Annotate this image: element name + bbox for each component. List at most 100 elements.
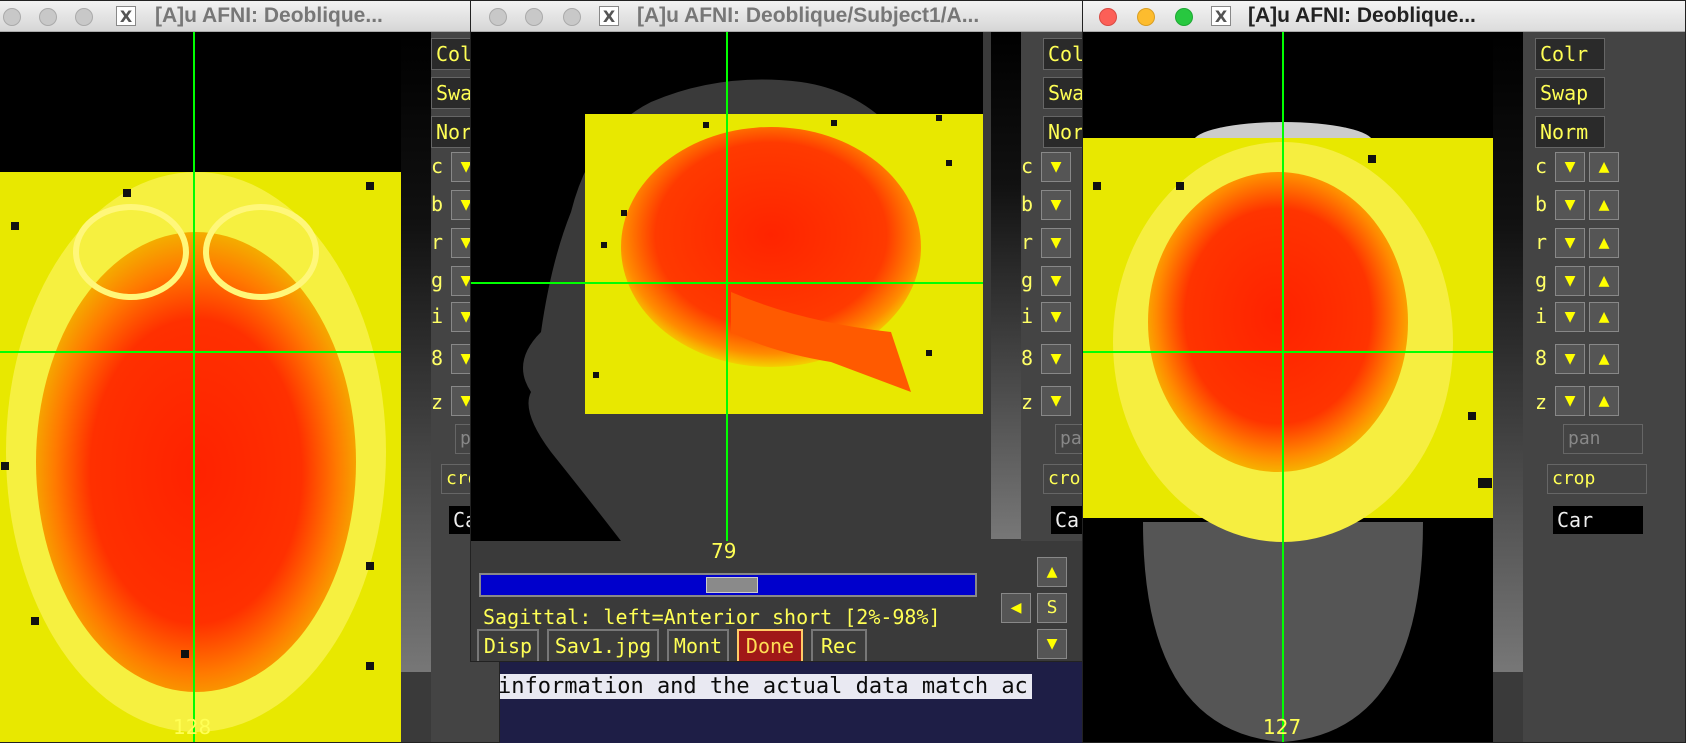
norm-button[interactable]: Norm	[1043, 116, 1082, 148]
sagittal-window[interactable]: X [A]u AFNI: Deoblique/Subject1/A... Co …	[470, 0, 1082, 662]
axial-intensity-bar[interactable]	[401, 32, 431, 672]
8-down-arrow-icon[interactable]: ▼	[1555, 344, 1585, 374]
save-button[interactable]: Sav1.jpg	[547, 629, 659, 661]
pan-button[interactable]: pan	[1055, 424, 1082, 454]
colr-button[interactable]: Colr	[1043, 38, 1082, 70]
sagittal-titlebar[interactable]: X [A]u AFNI: Deoblique/Subject1/A...	[471, 1, 1082, 32]
x11-icon: X	[1211, 6, 1231, 26]
coronal-brain-svg	[1083, 122, 1493, 742]
disp-button[interactable]: Disp	[477, 629, 539, 661]
close-dot[interactable]	[1099, 8, 1117, 26]
coronal-crosshair-vertical	[1282, 32, 1284, 742]
b-down-arrow-icon[interactable]: ▼	[1041, 190, 1071, 220]
pan-button[interactable]: pan	[1563, 424, 1643, 454]
coronal-window[interactable]: X [A]u AFNI: Deoblique... 127 Colr Swap …	[1082, 0, 1686, 743]
i-down-arrow-icon[interactable]: ▼	[1041, 302, 1071, 332]
zoom-dot[interactable]	[563, 8, 581, 26]
row-8-label: 8	[431, 346, 444, 370]
axial-window[interactable]: X [A]u AFNI: Deoblique... 128 Colr Swap …	[0, 0, 500, 743]
coronal-titlebar[interactable]: X [A]u AFNI: Deoblique...	[1083, 1, 1685, 32]
row-b-label: b	[1535, 192, 1548, 216]
z-down-arrow-icon[interactable]: ▼	[1041, 386, 1071, 416]
mont-button[interactable]: Mont	[667, 629, 729, 661]
row-i-label: i	[1021, 304, 1034, 328]
axial-titlebar[interactable]: X [A]u AFNI: Deoblique...	[0, 1, 499, 32]
8-down-arrow-icon[interactable]: ▼	[1041, 344, 1071, 374]
axial-slice-number: 128	[173, 715, 212, 739]
b-up-arrow-icon[interactable]: ▲	[1589, 190, 1619, 220]
row-b-label: b	[1021, 192, 1034, 216]
zoom-dot[interactable]	[75, 8, 93, 26]
minimize-dot[interactable]	[1137, 8, 1155, 26]
row-r-label: r	[1021, 230, 1034, 254]
swap-button[interactable]: Swap	[1535, 77, 1605, 109]
colr-button[interactable]: Colr	[1535, 38, 1605, 70]
zoom-dot[interactable]	[1175, 8, 1193, 26]
close-dot[interactable]	[3, 8, 21, 26]
down-arrow-icon[interactable]: ▼	[1037, 629, 1067, 659]
sagittal-title: [A]u AFNI: Deoblique/Subject1/A...	[637, 4, 980, 27]
sagittal-image[interactable]	[471, 32, 983, 541]
s-button[interactable]: S	[1037, 593, 1067, 623]
sagittal-slider-track[interactable]	[479, 573, 977, 597]
terminal-line: information and the actual data match ac	[494, 674, 1032, 699]
g-down-arrow-icon[interactable]: ▼	[1041, 266, 1071, 296]
x11-icon: X	[116, 6, 136, 26]
r-down-arrow-icon[interactable]: ▼	[1041, 228, 1071, 258]
8-up-arrow-icon[interactable]: ▲	[1589, 344, 1619, 374]
coronal-title: [A]u AFNI: Deoblique...	[1248, 4, 1476, 27]
c-down-arrow-icon[interactable]: ▼	[1555, 152, 1585, 182]
row-z-label: z	[1021, 390, 1034, 414]
row-c-label: c	[1021, 154, 1034, 178]
close-dot[interactable]	[489, 8, 507, 26]
row-r-label: r	[431, 230, 444, 254]
row-z-label: z	[1535, 390, 1548, 414]
z-down-arrow-icon[interactable]: ▼	[1555, 386, 1585, 416]
card-label: Car	[1553, 506, 1643, 534]
row-c-label: c	[431, 154, 444, 178]
sagittal-intensity-bar[interactable]	[991, 32, 1021, 539]
row-g-label: g	[1535, 268, 1548, 292]
z-up-arrow-icon[interactable]: ▲	[1589, 386, 1619, 416]
i-up-arrow-icon[interactable]: ▲	[1589, 302, 1619, 332]
axial-crosshair-vertical	[193, 32, 195, 742]
row-8-label: 8	[1535, 346, 1548, 370]
sagittal-info-text: Sagittal: left=Anterior short [2%-98%]	[483, 605, 941, 629]
crop-button[interactable]: crop	[1547, 464, 1647, 494]
up-arrow-icon[interactable]: ▲	[1037, 557, 1067, 587]
coronal-intensity-bar[interactable]	[1493, 32, 1523, 672]
left-arrow-icon[interactable]: ◀	[1001, 593, 1031, 623]
b-down-arrow-icon[interactable]: ▼	[1555, 190, 1585, 220]
coronal-image[interactable]	[1083, 32, 1493, 742]
row-i-label: i	[1535, 304, 1548, 328]
c-down-arrow-icon[interactable]: ▼	[1041, 152, 1071, 182]
row-b-label: b	[431, 192, 444, 216]
c-up-arrow-icon[interactable]: ▲	[1589, 152, 1619, 182]
done-button[interactable]: Done	[737, 629, 803, 661]
coronal-slice-number: 127	[1263, 715, 1302, 739]
sagittal-slice-number: 79	[711, 539, 737, 563]
row-8-label: 8	[1021, 346, 1034, 370]
crop-button[interactable]: crop	[1043, 464, 1082, 494]
g-up-arrow-icon[interactable]: ▲	[1589, 266, 1619, 296]
r-up-arrow-icon[interactable]: ▲	[1589, 228, 1619, 258]
r-down-arrow-icon[interactable]: ▼	[1555, 228, 1585, 258]
coronal-control-panel: Colr Swap Norm c ▼ ▲ b ▼ ▲ r ▼ ▲ g ▼ ▲ i…	[1523, 32, 1685, 742]
row-c-label: c	[1535, 154, 1548, 178]
row-i-label: i	[431, 304, 444, 328]
sagittal-crosshair-vertical	[726, 32, 728, 541]
sagittal-control-panel: Colr Swap Norm c ▼ b ▼ r ▼ g ▼ i ▼ 8 ▼ z…	[1021, 32, 1082, 541]
coronal-crosshair-horizontal	[1083, 351, 1493, 353]
rec-button[interactable]: Rec	[811, 629, 867, 661]
swap-button[interactable]: Swap	[1043, 77, 1082, 109]
axial-brain-svg	[0, 172, 401, 742]
minimize-dot[interactable]	[39, 8, 57, 26]
terminal-background: information and the actual data match ac	[470, 660, 1090, 743]
g-down-arrow-icon[interactable]: ▼	[1555, 266, 1585, 296]
row-g-label: g	[1021, 268, 1034, 292]
sagittal-slider-thumb[interactable]	[706, 577, 758, 593]
i-down-arrow-icon[interactable]: ▼	[1555, 302, 1585, 332]
minimize-dot[interactable]	[525, 8, 543, 26]
axial-image[interactable]	[0, 32, 401, 742]
norm-button[interactable]: Norm	[1535, 116, 1605, 148]
